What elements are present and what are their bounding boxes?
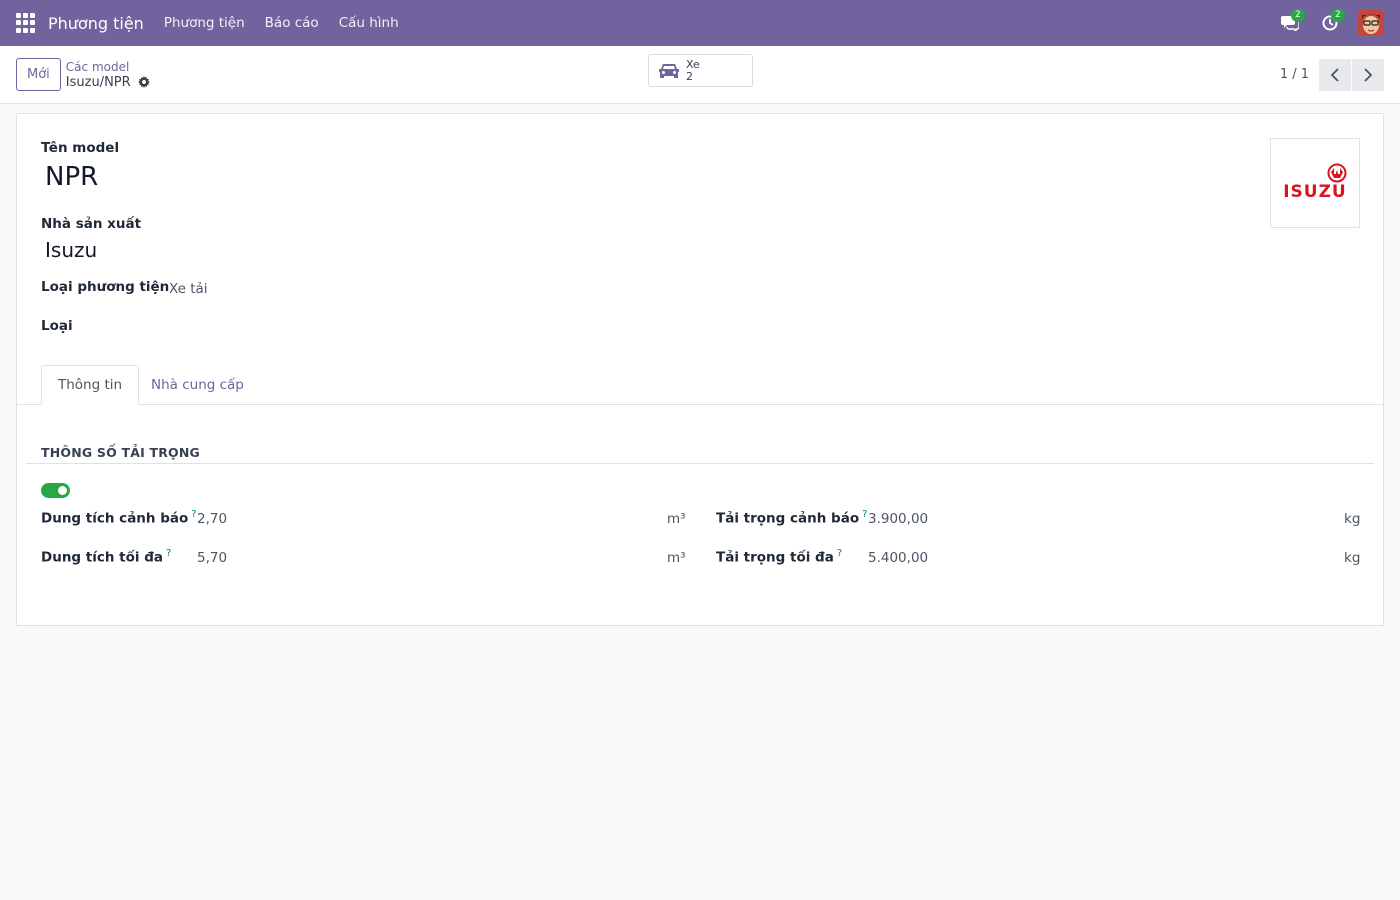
volume-warning-label-text: Dung tích cảnh báo: [41, 510, 189, 527]
messages-button[interactable]: 2: [1270, 0, 1310, 46]
weight-max-label-text: Tải trọng tối đa: [716, 549, 834, 566]
weight-max-unit: kg: [1344, 550, 1361, 566]
capacity-toggle[interactable]: [41, 483, 70, 498]
breadcrumb-current: Isuzu/NPR: [66, 75, 150, 90]
volume-max-field[interactable]: 5,70: [197, 550, 227, 566]
pager-value[interactable]: 1 / 1: [1280, 67, 1309, 82]
weight-warning-field[interactable]: 3.900,00: [868, 511, 928, 527]
notebook-tabs: Thông tin Nhà cung cấp: [17, 365, 1383, 405]
breadcrumb: Các model Isuzu/NPR: [66, 60, 150, 90]
vehicles-smart-button[interactable]: Xe 2: [648, 54, 753, 87]
category-field[interactable]: [169, 318, 469, 336]
logo-text: ISUZU: [1283, 182, 1347, 202]
help-icon[interactable]: ?: [166, 548, 171, 559]
help-icon[interactable]: ?: [837, 548, 842, 559]
user-avatar[interactable]: [1358, 10, 1384, 36]
apps-menu-icon[interactable]: [16, 13, 36, 33]
model-name-label: Tên model: [41, 140, 120, 156]
weight-warning-label-text: Tải trọng cảnh báo: [716, 510, 860, 527]
app-brand[interactable]: Phương tiện: [48, 14, 144, 33]
manufacturer-label: Nhà sản xuất: [41, 216, 142, 232]
help-icon[interactable]: ?: [191, 509, 196, 520]
category-label: Loại: [41, 318, 73, 334]
breadcrumb-parent-link[interactable]: Các model: [66, 60, 150, 75]
manufacturer-field[interactable]: Isuzu: [45, 238, 97, 262]
messages-count-badge: 2: [1291, 9, 1305, 22]
new-button[interactable]: Mới: [16, 58, 61, 91]
car-icon: [659, 63, 679, 78]
smart-button-label: Xe: [686, 57, 700, 71]
section-divider: [26, 463, 1374, 464]
vehicle-type-field[interactable]: Xe tải: [169, 281, 208, 297]
systray: 2 2: [1270, 0, 1400, 46]
pager-previous-button[interactable]: [1319, 58, 1351, 91]
menu-item-configuration[interactable]: Cấu hình: [339, 15, 399, 31]
tab-information[interactable]: Thông tin: [41, 365, 140, 405]
volume-max-label: Dung tích tối đa?: [41, 548, 171, 566]
model-name-field[interactable]: NPR: [45, 162, 98, 192]
menu-item-vehicles[interactable]: Phương tiện: [164, 15, 245, 31]
volume-max-unit: m³: [667, 550, 686, 566]
volume-warning-label: Dung tích cảnh báo?: [41, 509, 197, 527]
activities-count-badge: 2: [1331, 9, 1345, 22]
pager-next-button[interactable]: [1352, 58, 1384, 91]
volume-max-label-text: Dung tích tối đa: [41, 549, 164, 566]
capacity-section-title: THÔNG SỐ TẢI TRỌNG: [41, 445, 200, 460]
tab-suppliers[interactable]: Nhà cung cấp: [135, 365, 260, 405]
volume-warning-unit: m³: [667, 511, 686, 527]
form-sheet: Tên model NPR Nhà sản xuất Isuzu Loại ph…: [16, 113, 1384, 626]
smart-button-count: 2: [686, 69, 693, 83]
weight-max-field[interactable]: 5.400,00: [868, 550, 928, 566]
breadcrumb-current-label: Isuzu/NPR: [65, 74, 131, 90]
chevron-right-icon: [1364, 67, 1373, 82]
menu-item-reports[interactable]: Báo cáo: [265, 15, 319, 31]
help-icon[interactable]: ?: [862, 509, 867, 520]
volume-warning-field[interactable]: 2,70: [197, 511, 227, 527]
pager: 1 / 1: [1280, 58, 1384, 91]
gear-icon[interactable]: [137, 76, 150, 88]
chevron-left-icon: [1330, 67, 1339, 82]
isuzu-logo-image: ISUZU: [1283, 163, 1347, 202]
model-logo[interactable]: ISUZU: [1270, 138, 1360, 228]
weight-warning-unit: kg: [1344, 511, 1361, 527]
top-navbar: Phương tiện Phương tiện Báo cáo Cấu hình…: [0, 0, 1400, 46]
weight-max-label: Tải trọng tối đa?: [716, 548, 842, 566]
weight-warning-label: Tải trọng cảnh báo?: [716, 509, 867, 527]
activities-button[interactable]: 2: [1310, 0, 1350, 46]
vehicle-type-label: Loại phương tiện: [41, 279, 170, 295]
control-panel: Mới Các model Isuzu/NPR Xe 2 1 / 1: [0, 46, 1400, 104]
